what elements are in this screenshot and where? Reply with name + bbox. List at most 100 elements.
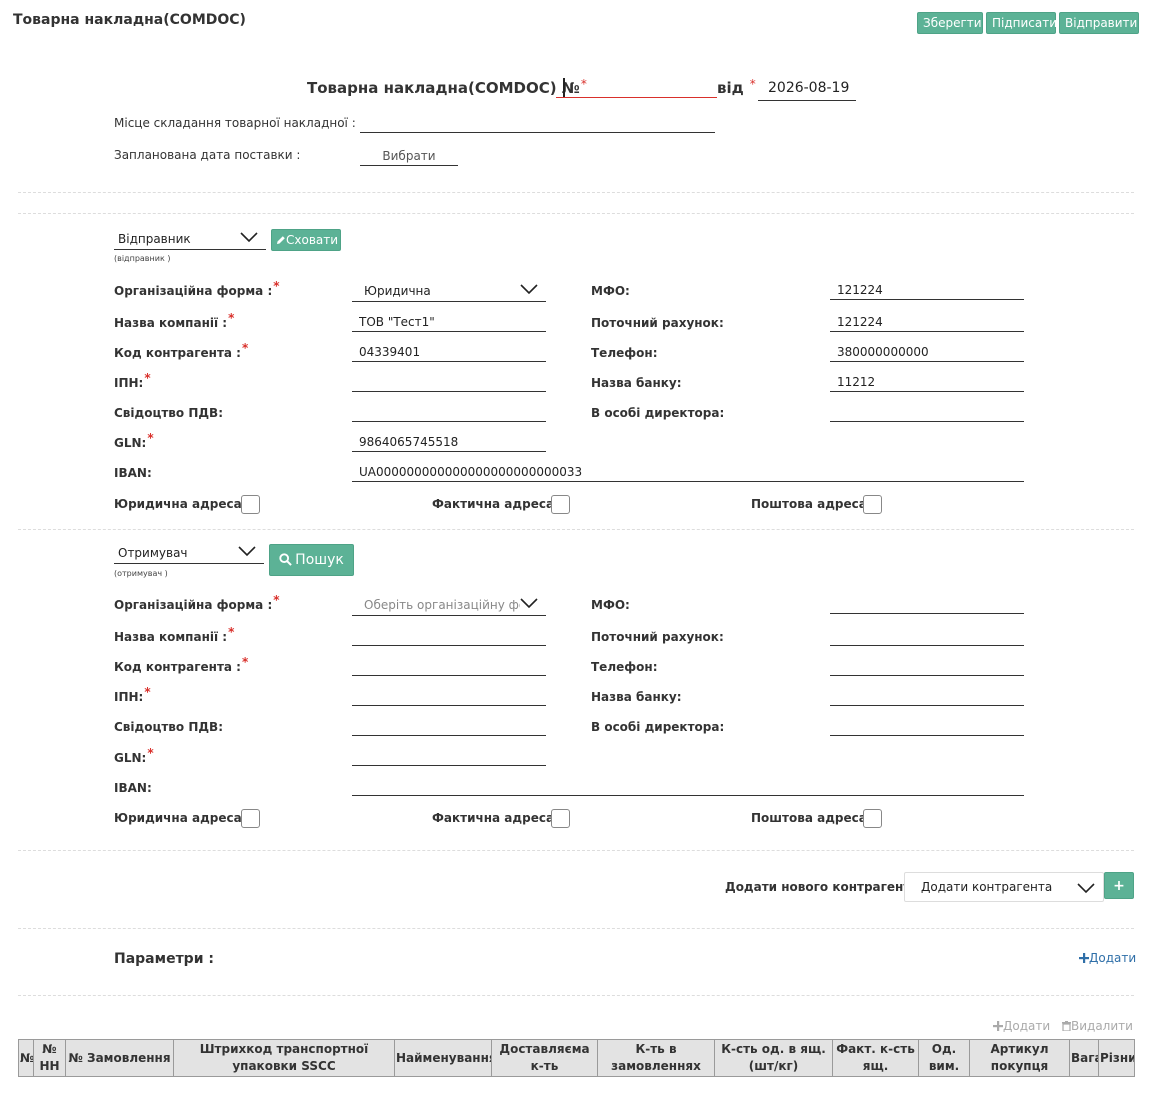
receiver-iban-label: IBAN: (114, 781, 152, 795)
receiver-org-form-select[interactable]: Оберіть організаційну фо (352, 594, 546, 616)
receiver-ipn-input[interactable] (352, 686, 546, 706)
search-icon (279, 553, 292, 566)
receiver-gln-input[interactable] (352, 746, 546, 766)
divider (18, 213, 1134, 214)
receiver-account-input[interactable] (830, 626, 1024, 646)
goods-table: № № НН № Замовлення Штрихкод транспортно… (18, 1039, 1135, 1077)
divider (18, 995, 1134, 996)
column-header-ordered-qty[interactable]: К-ть в замовленнях (597, 1039, 715, 1077)
table-add-link[interactable]: Додати (993, 1019, 1050, 1033)
document-number-input[interactable] (556, 78, 717, 98)
column-header-weight[interactable]: Вага (1069, 1039, 1099, 1077)
new-contractor-select[interactable]: Додати контрагента (904, 872, 1104, 902)
sender-iban-label: IBAN: (114, 466, 152, 480)
from-label: від (717, 79, 744, 97)
required-mark: * (147, 431, 154, 445)
plus-icon (993, 1021, 1003, 1031)
receiver-role-select[interactable]: Отримувач (114, 542, 264, 564)
send-button[interactable]: Відправити (1059, 12, 1139, 34)
sender-ipn-label: ІПН:* (114, 371, 151, 390)
column-header-delivered-qty[interactable]: Доставляєма к-ть (491, 1039, 598, 1077)
receiver-postal-address-checkbox[interactable] (863, 809, 882, 828)
sender-iban-input[interactable] (352, 462, 1024, 482)
place-input[interactable] (360, 113, 715, 133)
sender-mfo-input[interactable] (830, 280, 1024, 300)
required-mark: * (749, 77, 756, 91)
sender-phone-input[interactable] (830, 342, 1024, 362)
sign-button[interactable]: Підписати (986, 12, 1057, 34)
sender-org-form-select[interactable]: Юридична (352, 280, 546, 302)
column-header-num[interactable]: № (18, 1039, 34, 1077)
params-title: Параметри : (114, 951, 214, 967)
receiver-role-caption: (отримувач ) (114, 569, 168, 578)
divider (18, 850, 1134, 851)
sender-company-input[interactable] (352, 312, 546, 332)
receiver-legal-address-checkbox[interactable] (241, 809, 260, 828)
sender-org-form-value: Юридична (364, 284, 431, 298)
column-header-order-num[interactable]: № Замовлення (65, 1039, 174, 1077)
sender-actual-address-checkbox[interactable] (551, 495, 570, 514)
sender-gln-label: GLN:* (114, 431, 154, 450)
sender-role-select[interactable]: Відправник (114, 228, 266, 250)
column-header-name[interactable]: Найменування (394, 1039, 492, 1077)
sender-bank-input[interactable] (830, 372, 1024, 392)
receiver-code-input[interactable] (352, 656, 546, 676)
receiver-code-label: Код контрагента :* (114, 655, 249, 674)
hide-button[interactable]: Сховати (271, 229, 341, 251)
add-contractor-button[interactable]: + (1104, 872, 1134, 899)
receiver-vat-label: Свідоцтво ПДВ: (114, 720, 223, 734)
required-mark: * (144, 371, 151, 385)
save-button[interactable]: Зберегти (917, 12, 983, 34)
receiver-actual-address-checkbox[interactable] (551, 809, 570, 828)
receiver-bank-label: Назва банку: (591, 690, 682, 704)
from-label-wrap: від * (717, 77, 756, 97)
receiver-gln-label: GLN:* (114, 746, 154, 765)
sender-mfo-label: МФО: (591, 284, 630, 298)
page-title: Товарна накладна(COMDOC) (13, 12, 246, 28)
receiver-iban-input[interactable] (352, 776, 1024, 796)
sender-postal-address-checkbox[interactable] (863, 495, 882, 514)
sender-ipn-input[interactable] (352, 372, 546, 392)
receiver-phone-input[interactable] (830, 656, 1024, 676)
plus-icon (1079, 953, 1089, 963)
sender-account-input[interactable] (830, 312, 1024, 332)
receiver-company-input[interactable] (352, 626, 546, 646)
sender-gln-input[interactable] (352, 432, 546, 452)
sender-code-input[interactable] (352, 342, 546, 362)
receiver-bank-input[interactable] (830, 686, 1024, 706)
table-delete-link[interactable]: Видалити (1062, 1019, 1133, 1033)
new-contractor-label: Додати нового контрагента: (725, 880, 924, 894)
receiver-director-input[interactable] (830, 716, 1024, 736)
params-add-link[interactable]: Додати (1079, 951, 1136, 965)
receiver-mfo-input[interactable] (830, 594, 1024, 614)
divider (18, 928, 1134, 929)
required-mark: * (241, 341, 249, 355)
sender-director-label: В особі директора: (591, 406, 725, 420)
table-header-row: № № НН № Замовлення Штрихкод транспортно… (18, 1039, 1135, 1077)
column-header-invoice-num[interactable]: № НН (33, 1039, 66, 1077)
column-header-units-per-box[interactable]: К-сть од. в ящ. (шт/кг) (714, 1039, 833, 1077)
column-header-actual-boxes[interactable]: Факт. к-сть ящ. (832, 1039, 919, 1077)
column-header-sscc[interactable]: Штрихкод транспортної упаковки SSCC (173, 1039, 395, 1077)
receiver-ipn-label: ІПН:* (114, 685, 151, 704)
planned-date-label: Запланована дата поставки : (114, 148, 301, 162)
sender-role-caption: (відправник ) (114, 254, 171, 263)
document-date-input[interactable]: 2026-08-19 (758, 79, 856, 101)
sender-director-input[interactable] (830, 402, 1024, 422)
receiver-org-form-placeholder: Оберіть організаційну фо (364, 598, 527, 612)
column-header-buyer-article[interactable]: Артикул покупця (969, 1039, 1070, 1077)
sender-legal-address-checkbox[interactable] (241, 495, 260, 514)
required-mark: * (144, 685, 151, 699)
receiver-phone-label: Телефон: (591, 660, 658, 674)
sender-vat-input[interactable] (352, 402, 546, 422)
required-mark: * (241, 655, 249, 669)
sender-role-value: Відправник (118, 232, 191, 246)
receiver-vat-input[interactable] (352, 716, 546, 736)
sender-account-label: Поточний рахунок: (591, 316, 724, 330)
required-mark: * (147, 746, 154, 760)
column-header-difference[interactable]: Різниця (1098, 1039, 1135, 1077)
chevron-down-icon (240, 232, 258, 243)
planned-date-picker[interactable]: Вибрати (360, 147, 458, 166)
column-header-unit[interactable]: Од. вим. (918, 1039, 970, 1077)
search-button[interactable]: Пошук (269, 544, 354, 576)
